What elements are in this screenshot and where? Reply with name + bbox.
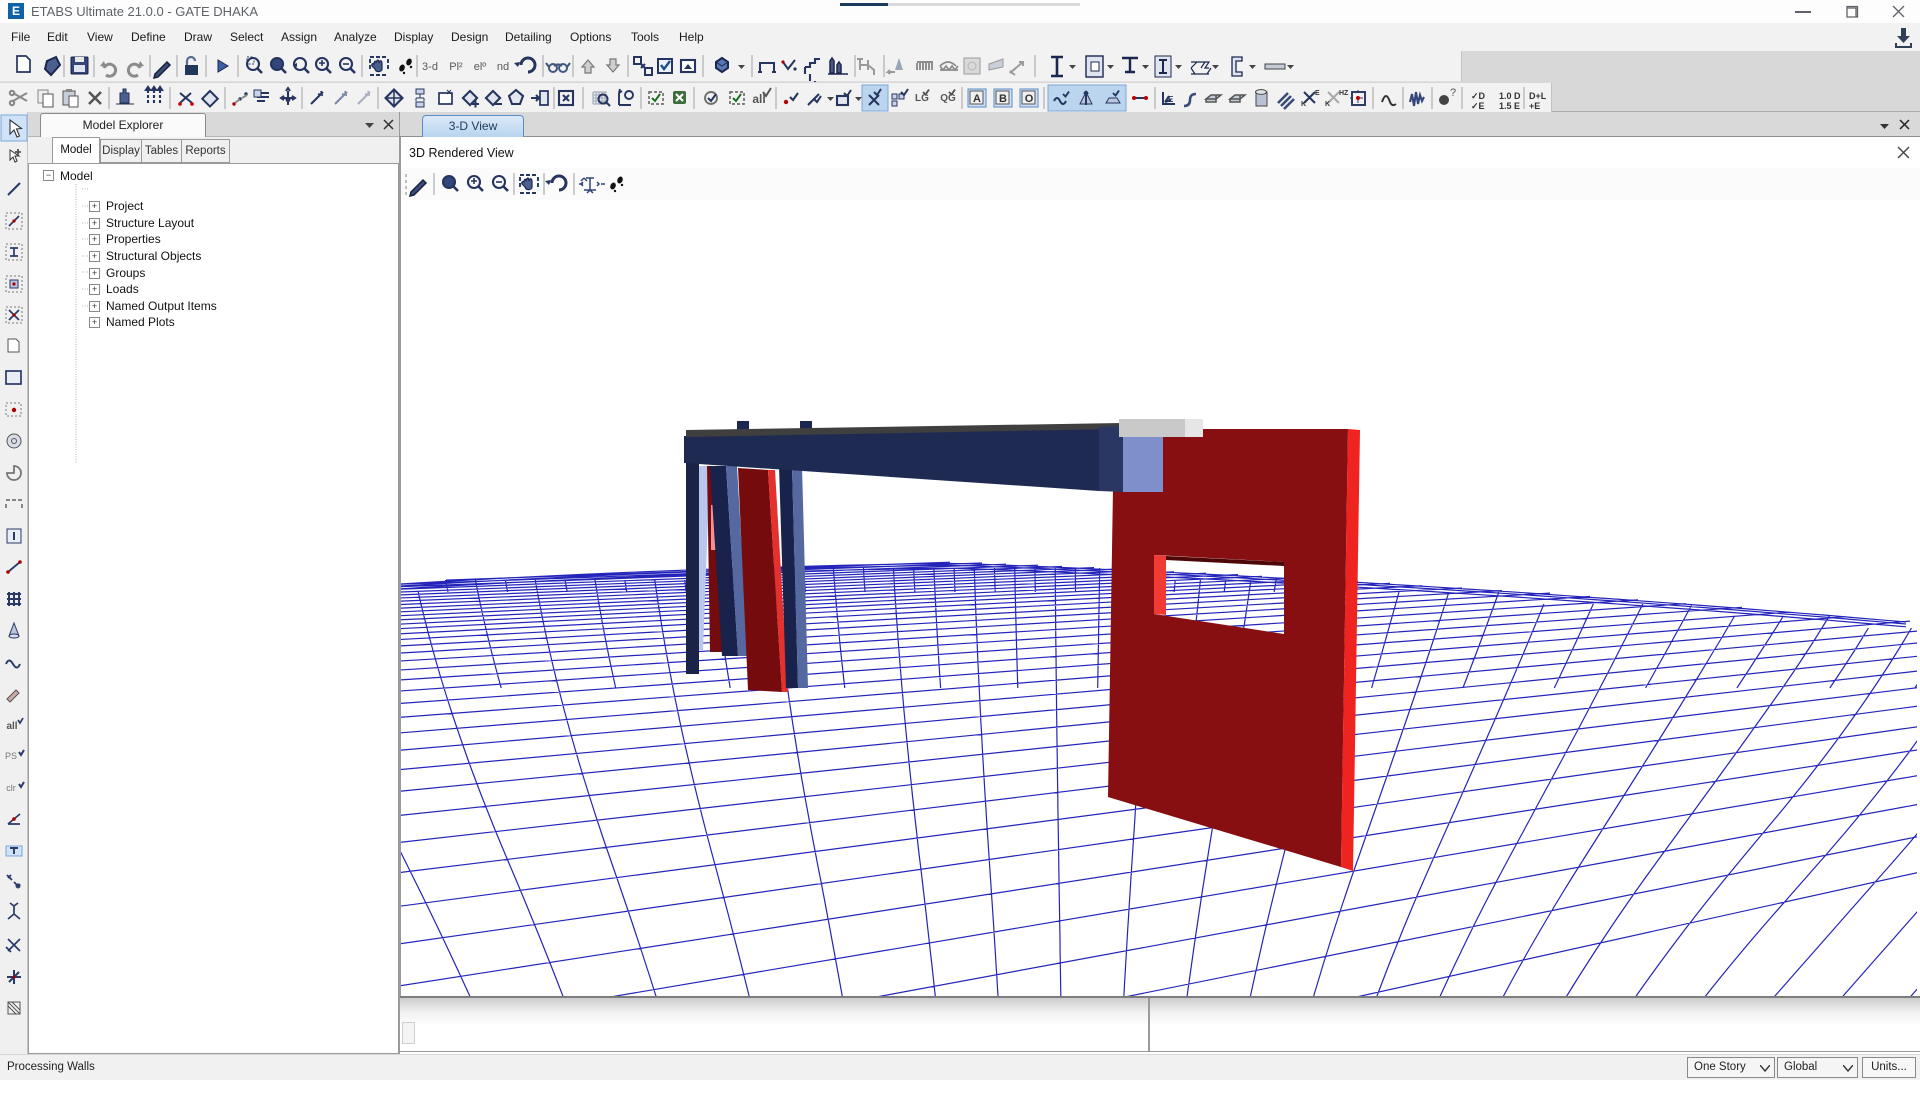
svg-text:all: all [6,721,17,732]
svg-text:1.5 E: 1.5 E [1499,101,1520,111]
svg-text:A: A [973,93,981,105]
svg-text:QG: QG [940,93,956,104]
svg-text:K: K [1325,101,1330,108]
svg-text:nd: nd [497,61,509,73]
svg-text:clr: clr [6,783,16,793]
svg-text:1.0 D: 1.0 D [1499,91,1521,101]
svg-text:O: O [1025,93,1034,105]
svg-text:HZ: HZ [1339,90,1349,97]
svg-text:+E: +E [1529,101,1540,111]
svg-text:Pl²: Pl² [449,61,463,73]
svg-text:✓E: ✓E [1471,101,1485,111]
svg-text:K: K [1301,101,1306,108]
svg-text:?: ? [1450,87,1456,99]
svg-text:✓D: ✓D [1471,91,1486,101]
svg-text:E: E [1168,95,1174,104]
svg-text:PS: PS [5,751,17,761]
svg-text:E: E [1315,90,1320,97]
svg-text:elº: elº [474,61,487,73]
svg-text:D+L: D+L [1529,91,1547,101]
svg-text:3-d: 3-d [422,61,438,73]
svg-text:LG: LG [915,93,929,104]
svg-text:B: B [999,93,1007,105]
